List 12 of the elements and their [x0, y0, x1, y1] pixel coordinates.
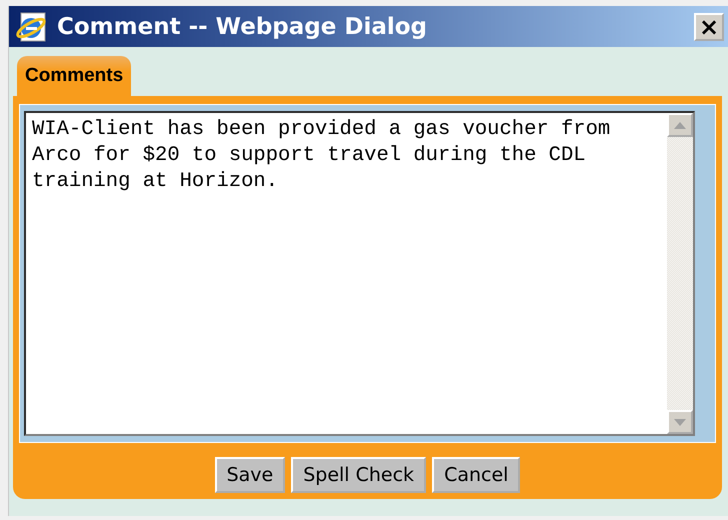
- tab[interactable]: Comments: [17, 56, 132, 96]
- window-title: Comment -- Webpage Dialog: [57, 14, 428, 40]
- up-arrow-icon: [674, 122, 686, 128]
- scroll-down-button[interactable]: [667, 410, 693, 434]
- scrollbar[interactable]: [667, 113, 693, 434]
- scroll-up-button[interactable]: [667, 113, 693, 137]
- cancel-button[interactable]: Cancel: [432, 457, 520, 493]
- down-arrow-icon: [674, 418, 686, 426]
- close-button[interactable]: ×: [694, 12, 724, 40]
- spell-check-button[interactable]: Spell Check: [291, 457, 426, 493]
- comment-field[interactable]: WIA-Client has been provided a gas voucher from Arco for $20 to support travel during the CDL training at Horizon.: [24, 111, 695, 436]
- save-button[interactable]: Save: [214, 457, 286, 493]
